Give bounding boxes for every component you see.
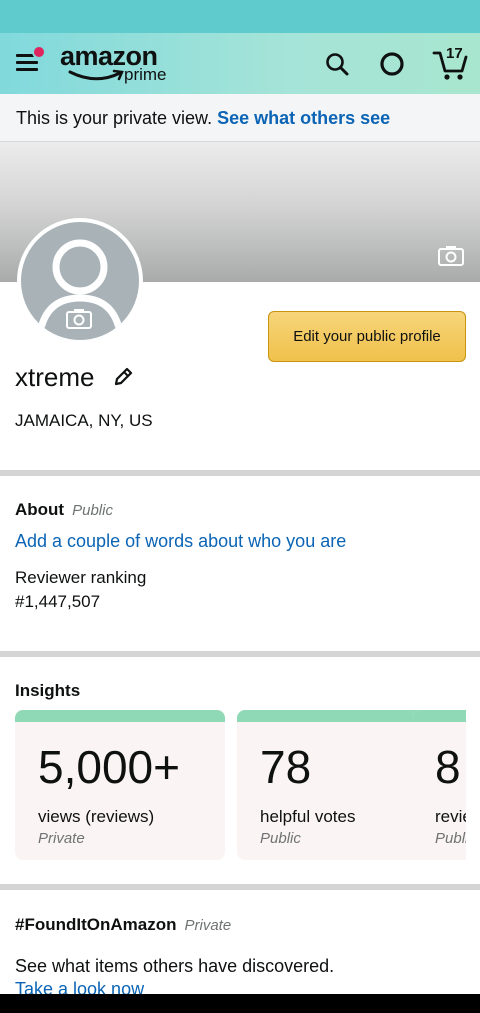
system-nav-bar: [0, 994, 480, 1013]
visibility-tag: Public: [72, 502, 113, 519]
section-divider: [0, 470, 480, 476]
status-bar: [0, 0, 480, 33]
insights-carousel[interactable]: 5,000+ views (reviews) Private 78 helpfu…: [15, 710, 466, 862]
notification-dot: [32, 45, 46, 59]
app-header: amazon prime 17: [0, 33, 480, 94]
insight-label: reviews: [435, 807, 466, 826]
smile-icon: [68, 69, 124, 81]
insight-label: views (reviews): [38, 807, 155, 826]
card-accent: [15, 710, 225, 722]
found-it-section-title: #FoundItOnAmazon Private: [15, 915, 231, 935]
insight-value: 5,000+: [38, 741, 180, 793]
edit-public-profile-button[interactable]: Edit your public profile: [268, 311, 466, 362]
search-icon[interactable]: [322, 49, 352, 79]
alexa-icon[interactable]: [377, 49, 407, 79]
insight-visibility: Public: [435, 830, 466, 847]
about-section-title: About Public: [15, 500, 113, 520]
section-divider: [0, 651, 480, 657]
see-what-others-see-link[interactable]: See what others see: [217, 108, 390, 128]
about-title: About: [15, 500, 65, 519]
private-view-bar: This is your private view. See what othe…: [0, 94, 480, 142]
insight-card[interactable]: 8 reviews Public: [412, 710, 466, 860]
add-bio-link[interactable]: Add a couple of words about who you are: [15, 531, 346, 552]
cart-count: 17: [446, 45, 463, 62]
insight-value: 78: [260, 741, 312, 793]
insight-visibility: Private: [38, 830, 85, 847]
insight-visibility: Public: [260, 830, 301, 847]
insight-label: helpful votes: [260, 807, 356, 826]
section-divider: [0, 884, 480, 890]
profile-name: xtreme: [15, 362, 95, 392]
amazon-prime-logo[interactable]: amazon prime: [60, 41, 175, 85]
camera-icon[interactable]: [66, 308, 92, 330]
reviewer-ranking-value: #1,447,507: [15, 592, 101, 611]
insight-card[interactable]: 5,000+ views (reviews) Private: [15, 710, 225, 860]
camera-icon[interactable]: [438, 245, 464, 267]
insight-value: 8: [435, 741, 461, 793]
visibility-tag: Private: [184, 917, 232, 934]
profile-location: JAMAICA, NY, US: [15, 411, 153, 430]
private-view-text: This is your private view.: [16, 108, 213, 128]
logo-prime: prime: [124, 65, 167, 84]
menu-button[interactable]: [16, 45, 46, 75]
found-it-description: See what items others have discovered.: [15, 956, 335, 976]
found-title: #FoundItOnAmazon: [15, 915, 177, 934]
card-accent: [412, 710, 466, 722]
reviewer-ranking-label: Reviewer ranking: [15, 568, 147, 587]
insights-section-title: Insights: [15, 681, 81, 700]
pencil-icon[interactable]: [112, 366, 134, 388]
